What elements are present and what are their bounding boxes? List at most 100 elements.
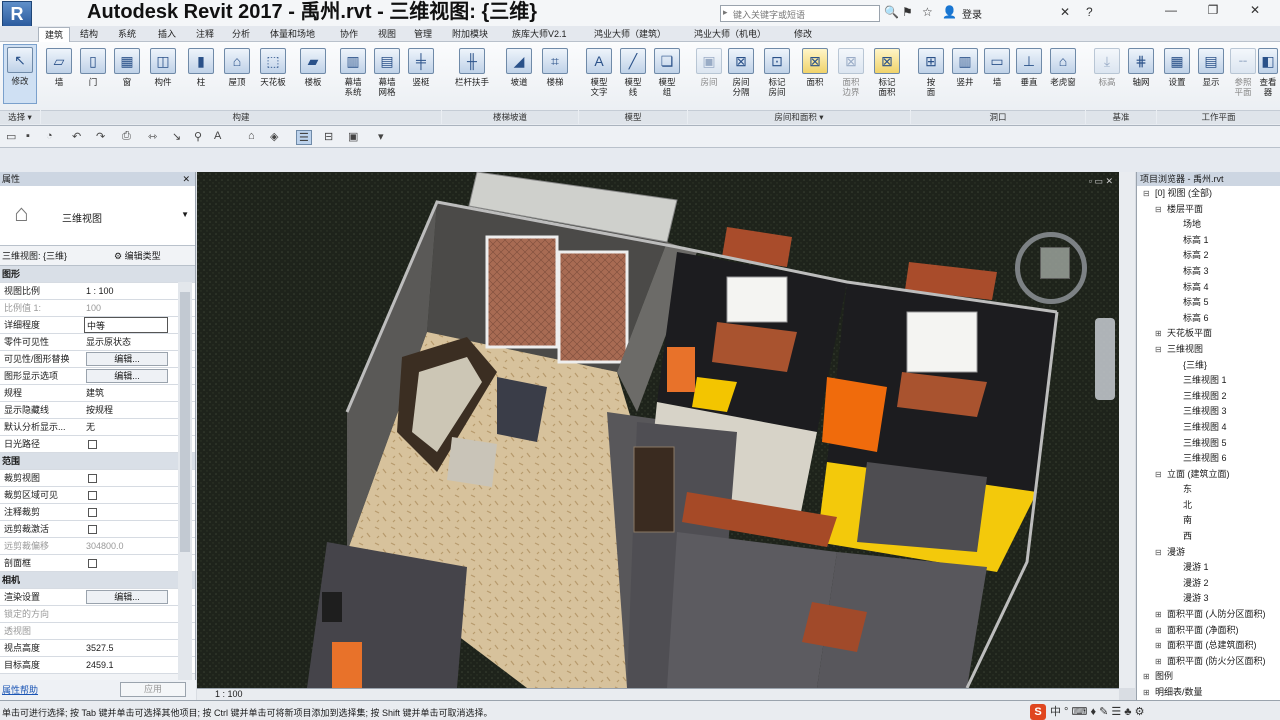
property-group-header[interactable]: 范围: [0, 453, 195, 470]
property-row[interactable]: 裁剪区域可见: [0, 487, 195, 504]
tab-view[interactable]: 视图: [378, 27, 396, 42]
property-row[interactable]: 透视图: [0, 623, 195, 640]
ramp-button[interactable]: ◢ 坡道: [502, 46, 536, 102]
property-row[interactable]: 视点高度 3527.5: [0, 640, 195, 657]
tab-family-master[interactable]: 族库大师V2.1: [512, 27, 567, 42]
browser-tree-item[interactable]: 北: [1137, 498, 1280, 514]
browser-tree-item[interactable]: ⊞ 面积平面 (人防分区面积): [1137, 607, 1280, 623]
viewport-controls[interactable]: ▫ ▭ ✕: [1089, 176, 1113, 187]
browser-tree-item[interactable]: 三维视图 5: [1137, 436, 1280, 452]
browser-tree-item[interactable]: 西: [1137, 529, 1280, 545]
tab-structure[interactable]: 结构: [80, 27, 98, 42]
set-workplane-button[interactable]: ▦ 设置: [1160, 46, 1194, 102]
collapse-icon[interactable]: ⊟: [1155, 342, 1162, 357]
user-icon[interactable]: 👤: [942, 5, 957, 19]
expand-icon[interactable]: ⊞: [1155, 607, 1162, 622]
property-edit-button[interactable]: 编辑...: [86, 590, 168, 604]
browser-tree-item[interactable]: 标高 3: [1137, 264, 1280, 280]
expand-icon[interactable]: ⊞: [1143, 685, 1150, 700]
browser-tree-item[interactable]: 东: [1137, 482, 1280, 498]
browser-tree-item[interactable]: ⊟ 楼层平面: [1137, 202, 1280, 218]
expand-icon[interactable]: ⊞: [1155, 326, 1162, 341]
3d-viewport[interactable]: ▫ ▭ ✕: [197, 172, 1119, 688]
collapse-icon[interactable]: ⊟: [1143, 186, 1150, 201]
collapse-icon[interactable]: ⊟: [1155, 202, 1162, 217]
collapse-icon[interactable]: ⊟: [1155, 467, 1162, 482]
browser-tree-item[interactable]: ⊟ 立面 (建筑立面): [1137, 467, 1280, 483]
apply-button[interactable]: 应用: [120, 682, 186, 697]
browser-tree-item[interactable]: ⊞ 面积平面 (总建筑面积): [1137, 638, 1280, 654]
expand-icon[interactable]: ⊞: [1155, 654, 1162, 669]
column-button[interactable]: ▮ 柱: [184, 46, 218, 102]
browser-tree-item[interactable]: ⊞ 明细表/数量: [1137, 685, 1280, 701]
customize-toolbar-icon[interactable]: ▾: [378, 130, 384, 143]
browser-tree-item[interactable]: ⊞ 面积平面 (防火分区面积): [1137, 654, 1280, 670]
viewcube[interactable]: [1015, 232, 1087, 304]
property-checkbox[interactable]: [88, 525, 97, 534]
thin-lines-icon[interactable]: ☰: [296, 130, 312, 145]
close-icon[interactable]: ✕: [182, 172, 190, 186]
tab-insert[interactable]: 插入: [158, 27, 176, 42]
tag-room-button[interactable]: ⊡ 标记 房间: [760, 46, 794, 102]
door-button[interactable]: ▯ 门: [76, 46, 110, 102]
area-button[interactable]: ⊠ 面积: [798, 46, 832, 102]
text-icon[interactable]: A: [214, 130, 221, 142]
wall-opening-button[interactable]: ▭ 墙: [980, 46, 1014, 102]
print-icon[interactable]: ⎙: [122, 130, 131, 143]
close-hidden-icon[interactable]: ⊟: [324, 130, 333, 143]
property-row[interactable]: 比例值 1: 100: [0, 300, 195, 317]
tab-analyze[interactable]: 分析: [232, 27, 250, 42]
scroll-thumb[interactable]: [180, 292, 190, 552]
tab-systems[interactable]: 系统: [118, 27, 136, 42]
modify-button[interactable]: ↖ 修改: [3, 44, 37, 104]
open-icon[interactable]: ▭: [6, 130, 16, 143]
railing-button[interactable]: ╫ 栏杆扶手: [450, 46, 494, 102]
redo-icon[interactable]: ↷: [96, 130, 105, 143]
level-button[interactable]: ⤓ 标高: [1090, 46, 1124, 102]
subscription-icon[interactable]: ⚑: [902, 5, 913, 19]
viewer-button[interactable]: ◧ 查看器: [1256, 46, 1280, 102]
property-edit-button[interactable]: 编辑...: [86, 369, 168, 383]
property-row[interactable]: 目标高度 2459.1: [0, 657, 195, 674]
star-icon[interactable]: ☆: [922, 5, 933, 19]
property-row[interactable]: 注释裁剪: [0, 504, 195, 521]
property-group-header[interactable]: 图形: [0, 266, 195, 283]
collapse-icon[interactable]: ⊟: [1155, 545, 1162, 560]
property-row[interactable]: 显示隐藏线 按规程: [0, 402, 195, 419]
browser-tree-item[interactable]: 三维视图 2: [1137, 389, 1280, 405]
property-row[interactable]: 远剪裁激活: [0, 521, 195, 538]
binoculars-icon[interactable]: 🔍: [884, 5, 899, 19]
revit-logo-icon[interactable]: R: [2, 1, 32, 27]
maximize-button[interactable]: ❐: [1192, 0, 1234, 20]
browser-tree-item[interactable]: 南: [1137, 513, 1280, 529]
browser-tree-item[interactable]: ⊟ 漫游: [1137, 545, 1280, 561]
properties-scrollbar[interactable]: [178, 282, 192, 682]
shaft-button[interactable]: ▥ 竖井: [948, 46, 982, 102]
tab-massing-site[interactable]: 体量和场地: [270, 27, 315, 42]
tab-architecture[interactable]: 建筑: [38, 27, 71, 42]
property-row[interactable]: 零件可见性 显示原状态: [0, 334, 195, 351]
property-checkbox[interactable]: [88, 508, 97, 517]
property-row[interactable]: 日光路径: [0, 436, 195, 453]
wall-button[interactable]: ▱ 墙: [42, 46, 76, 102]
measure-icon[interactable]: ⇿: [148, 130, 157, 143]
room-separator-button[interactable]: ⊠ 房间 分隔: [724, 46, 758, 102]
property-group-header[interactable]: 相机: [0, 572, 195, 589]
tag-area-button[interactable]: ⊠ 标记 面积: [870, 46, 904, 102]
tab-manage[interactable]: 管理: [414, 27, 432, 42]
panel-room-area[interactable]: 房间和面积 ▾: [688, 110, 910, 124]
viewcube-cube-icon[interactable]: [1040, 247, 1070, 279]
browser-tree-item[interactable]: 三维视图 4: [1137, 420, 1280, 436]
search-input[interactable]: ▸ 键入关键字或短语: [720, 5, 880, 22]
browser-tree-item[interactable]: ⊟ [0] 视图 (全部): [1137, 186, 1280, 202]
browser-tree-item[interactable]: 三维视图 1: [1137, 373, 1280, 389]
browser-tree-item[interactable]: ⊟ 三维视图: [1137, 342, 1280, 358]
tab-hongye-arch[interactable]: 鸿业大师（建筑）: [594, 27, 666, 42]
browser-tree-item[interactable]: 三维视图 6: [1137, 451, 1280, 467]
property-checkbox[interactable]: [88, 440, 97, 449]
navigation-bar[interactable]: [1095, 318, 1115, 400]
expand-icon[interactable]: ⊞: [1155, 623, 1162, 638]
show-workplane-button[interactable]: ▤ 显示: [1194, 46, 1228, 102]
vertical-button[interactable]: ⊥ 垂直: [1012, 46, 1046, 102]
exchange-icon[interactable]: ✕: [1060, 5, 1070, 19]
